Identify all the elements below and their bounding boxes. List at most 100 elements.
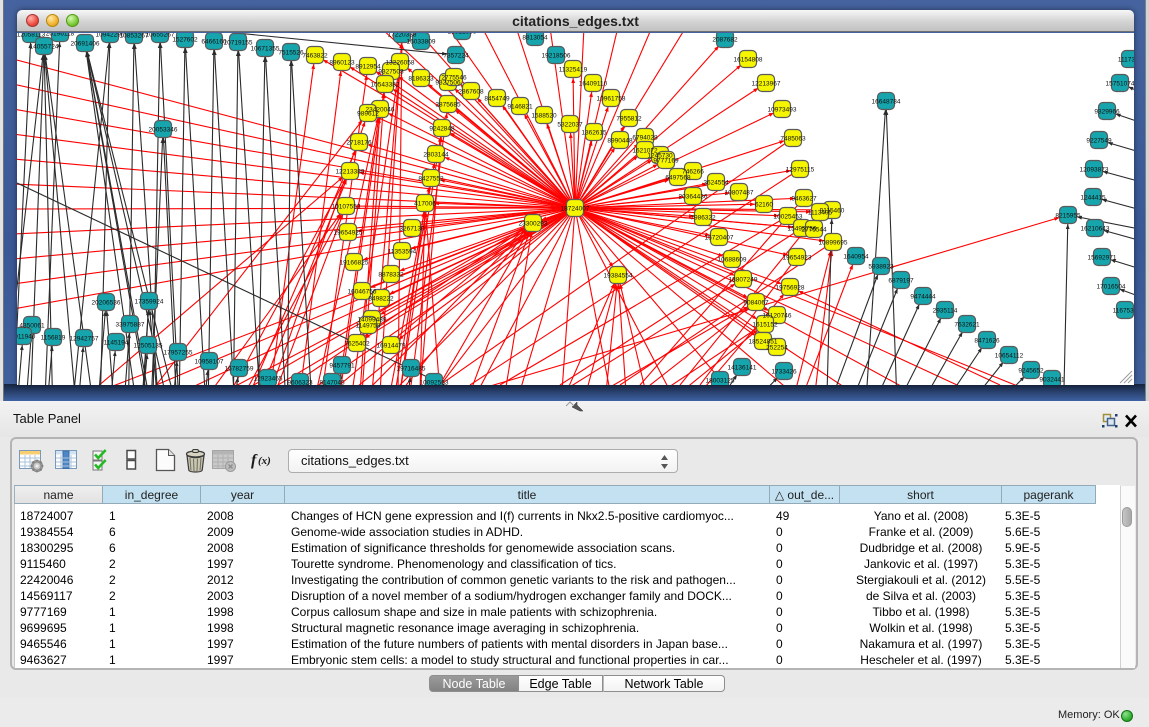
svg-text:16210643: 16210643	[1081, 225, 1110, 232]
svg-text:9227549: 9227549	[1086, 137, 1112, 144]
svg-text:2935114: 2935114	[933, 307, 958, 314]
svg-text:33975887: 33975887	[116, 321, 145, 328]
svg-text:10092563: 10092563	[420, 379, 449, 385]
svg-text:16154808: 16154808	[734, 56, 763, 63]
svg-text:10671355: 10671355	[251, 45, 280, 52]
svg-text:11353594: 11353594	[388, 248, 417, 255]
svg-text:8471626: 8471626	[974, 337, 1000, 344]
svg-text:20691406: 20691406	[71, 40, 100, 47]
svg-text:13226058: 13226058	[386, 59, 415, 66]
svg-text:7986322: 7986322	[690, 214, 716, 221]
svg-text:10807487: 10807487	[725, 189, 754, 196]
svg-text:10973493: 10973493	[768, 106, 797, 113]
svg-text:12213389: 12213389	[336, 168, 365, 175]
svg-text:9474444: 9474444	[910, 293, 936, 300]
svg-text:7515526: 7515526	[278, 49, 304, 56]
svg-text:20053346: 20053346	[149, 126, 178, 133]
svg-text:16648784: 16648784	[872, 98, 901, 105]
svg-text:417006: 417006	[414, 200, 436, 207]
svg-text:10655267: 10655267	[146, 33, 175, 38]
svg-text:1640954: 1640954	[843, 253, 869, 260]
svg-text:6497568: 6497568	[665, 174, 691, 181]
svg-text:2087682: 2087682	[712, 36, 738, 43]
svg-text:8215955: 8215955	[1055, 212, 1081, 219]
svg-text:19654925: 19654925	[334, 229, 363, 236]
svg-text:8813054: 8813054	[522, 34, 548, 41]
svg-text:1117346: 1117346	[1118, 56, 1134, 63]
svg-text:10543382: 10543382	[371, 81, 400, 88]
svg-text:17957255: 17957255	[164, 349, 193, 356]
svg-text:2718176: 2718176	[346, 139, 372, 146]
svg-text:16782759: 16782759	[225, 365, 254, 372]
svg-text:9606323: 9606323	[287, 379, 313, 385]
svg-text:1733426: 1733426	[771, 368, 797, 375]
svg-text:8147045: 8147045	[319, 379, 345, 385]
svg-text:7632621: 7632621	[954, 321, 980, 328]
svg-text:7625402: 7625402	[344, 340, 370, 347]
svg-text:7955812: 7955812	[616, 115, 642, 122]
svg-text:3911940: 3911940	[17, 333, 36, 340]
svg-text:8990448: 8990448	[607, 137, 633, 144]
svg-text:1149758: 1149758	[356, 322, 381, 329]
svg-text:9327503: 9327503	[378, 68, 404, 75]
svg-text:10107552: 10107552	[332, 203, 361, 210]
svg-text:9146821: 9146821	[507, 103, 533, 110]
svg-text:1167531: 1167531	[1113, 307, 1134, 314]
svg-text:14136141: 14136141	[728, 364, 757, 371]
svg-text:16409110: 16409110	[579, 80, 608, 87]
svg-text:12505135: 12505135	[134, 342, 163, 349]
svg-text:9084067: 9084067	[743, 299, 769, 306]
svg-text:23300293: 23300293	[519, 220, 548, 227]
svg-text:7357224: 7357224	[443, 52, 469, 59]
svg-text:8498222: 8498222	[368, 295, 394, 302]
svg-text:19218506: 19218506	[542, 52, 571, 59]
svg-text:10853267: 10853267	[120, 33, 149, 39]
svg-text:10961758: 10961758	[597, 95, 626, 102]
svg-text:12923465: 12923465	[254, 375, 283, 382]
svg-text:18922358: 18922358	[448, 33, 477, 35]
svg-text:1113405: 1113405	[808, 209, 833, 216]
svg-text:12058113: 12058113	[17, 33, 46, 38]
svg-text:16046756: 16046756	[348, 288, 377, 295]
svg-text:9329966: 9329966	[1094, 108, 1120, 115]
svg-text:2775544: 2775544	[801, 226, 827, 233]
svg-text:19384554: 19384554	[604, 272, 633, 279]
svg-text:15692971: 15692971	[1088, 254, 1117, 261]
svg-text:18003125: 18003125	[706, 377, 735, 384]
svg-text:12942757: 12942757	[70, 335, 99, 342]
svg-text:18724007: 18724007	[561, 205, 590, 212]
svg-text:12213967: 12213967	[752, 80, 781, 87]
svg-text:9242848: 9242848	[429, 125, 455, 132]
svg-text:15751074: 15751074	[1106, 80, 1134, 87]
svg-text:1244415: 1244415	[1080, 194, 1106, 201]
svg-text:8186323: 8186323	[408, 75, 434, 82]
svg-text:3267130: 3267130	[399, 225, 425, 232]
svg-text:12093873: 12093873	[1080, 166, 1109, 173]
svg-text:1145194: 1145194	[104, 339, 129, 346]
svg-text:6879197: 6879197	[888, 277, 914, 284]
svg-text:10958107: 10958107	[195, 358, 224, 365]
svg-text:5322037: 5322037	[557, 121, 583, 128]
svg-text:9457791: 9457791	[329, 362, 355, 369]
svg-text:9777169: 9777169	[653, 157, 679, 164]
svg-text:2803144: 2803144	[423, 151, 449, 158]
svg-text:16120746: 16120746	[763, 312, 792, 319]
svg-text:1362615: 1362615	[581, 129, 607, 136]
svg-text:10899695: 10899695	[819, 239, 848, 246]
svg-text:20196118: 20196118	[46, 33, 75, 37]
svg-text:5938923: 5938923	[868, 263, 894, 270]
svg-text:3875685: 3875685	[435, 101, 461, 108]
svg-text:f: f	[251, 452, 258, 469]
svg-text:10654112: 10654112	[995, 352, 1024, 359]
svg-text:1156819: 1156819	[41, 334, 66, 341]
svg-text:1588520: 1588520	[531, 112, 557, 119]
svg-text:1527602: 1527602	[172, 36, 198, 43]
svg-text:2867608: 2867608	[458, 88, 484, 95]
svg-text:6794028: 6794028	[632, 134, 658, 141]
svg-text:19654923: 19654923	[783, 254, 812, 261]
svg-text:9463627: 9463627	[791, 195, 817, 202]
svg-text:7463822: 7463822	[302, 52, 328, 59]
svg-text:9032441: 9032441	[1039, 376, 1065, 383]
svg-text:8427552: 8427552	[418, 175, 444, 182]
svg-text:10025453: 10025453	[774, 213, 803, 220]
